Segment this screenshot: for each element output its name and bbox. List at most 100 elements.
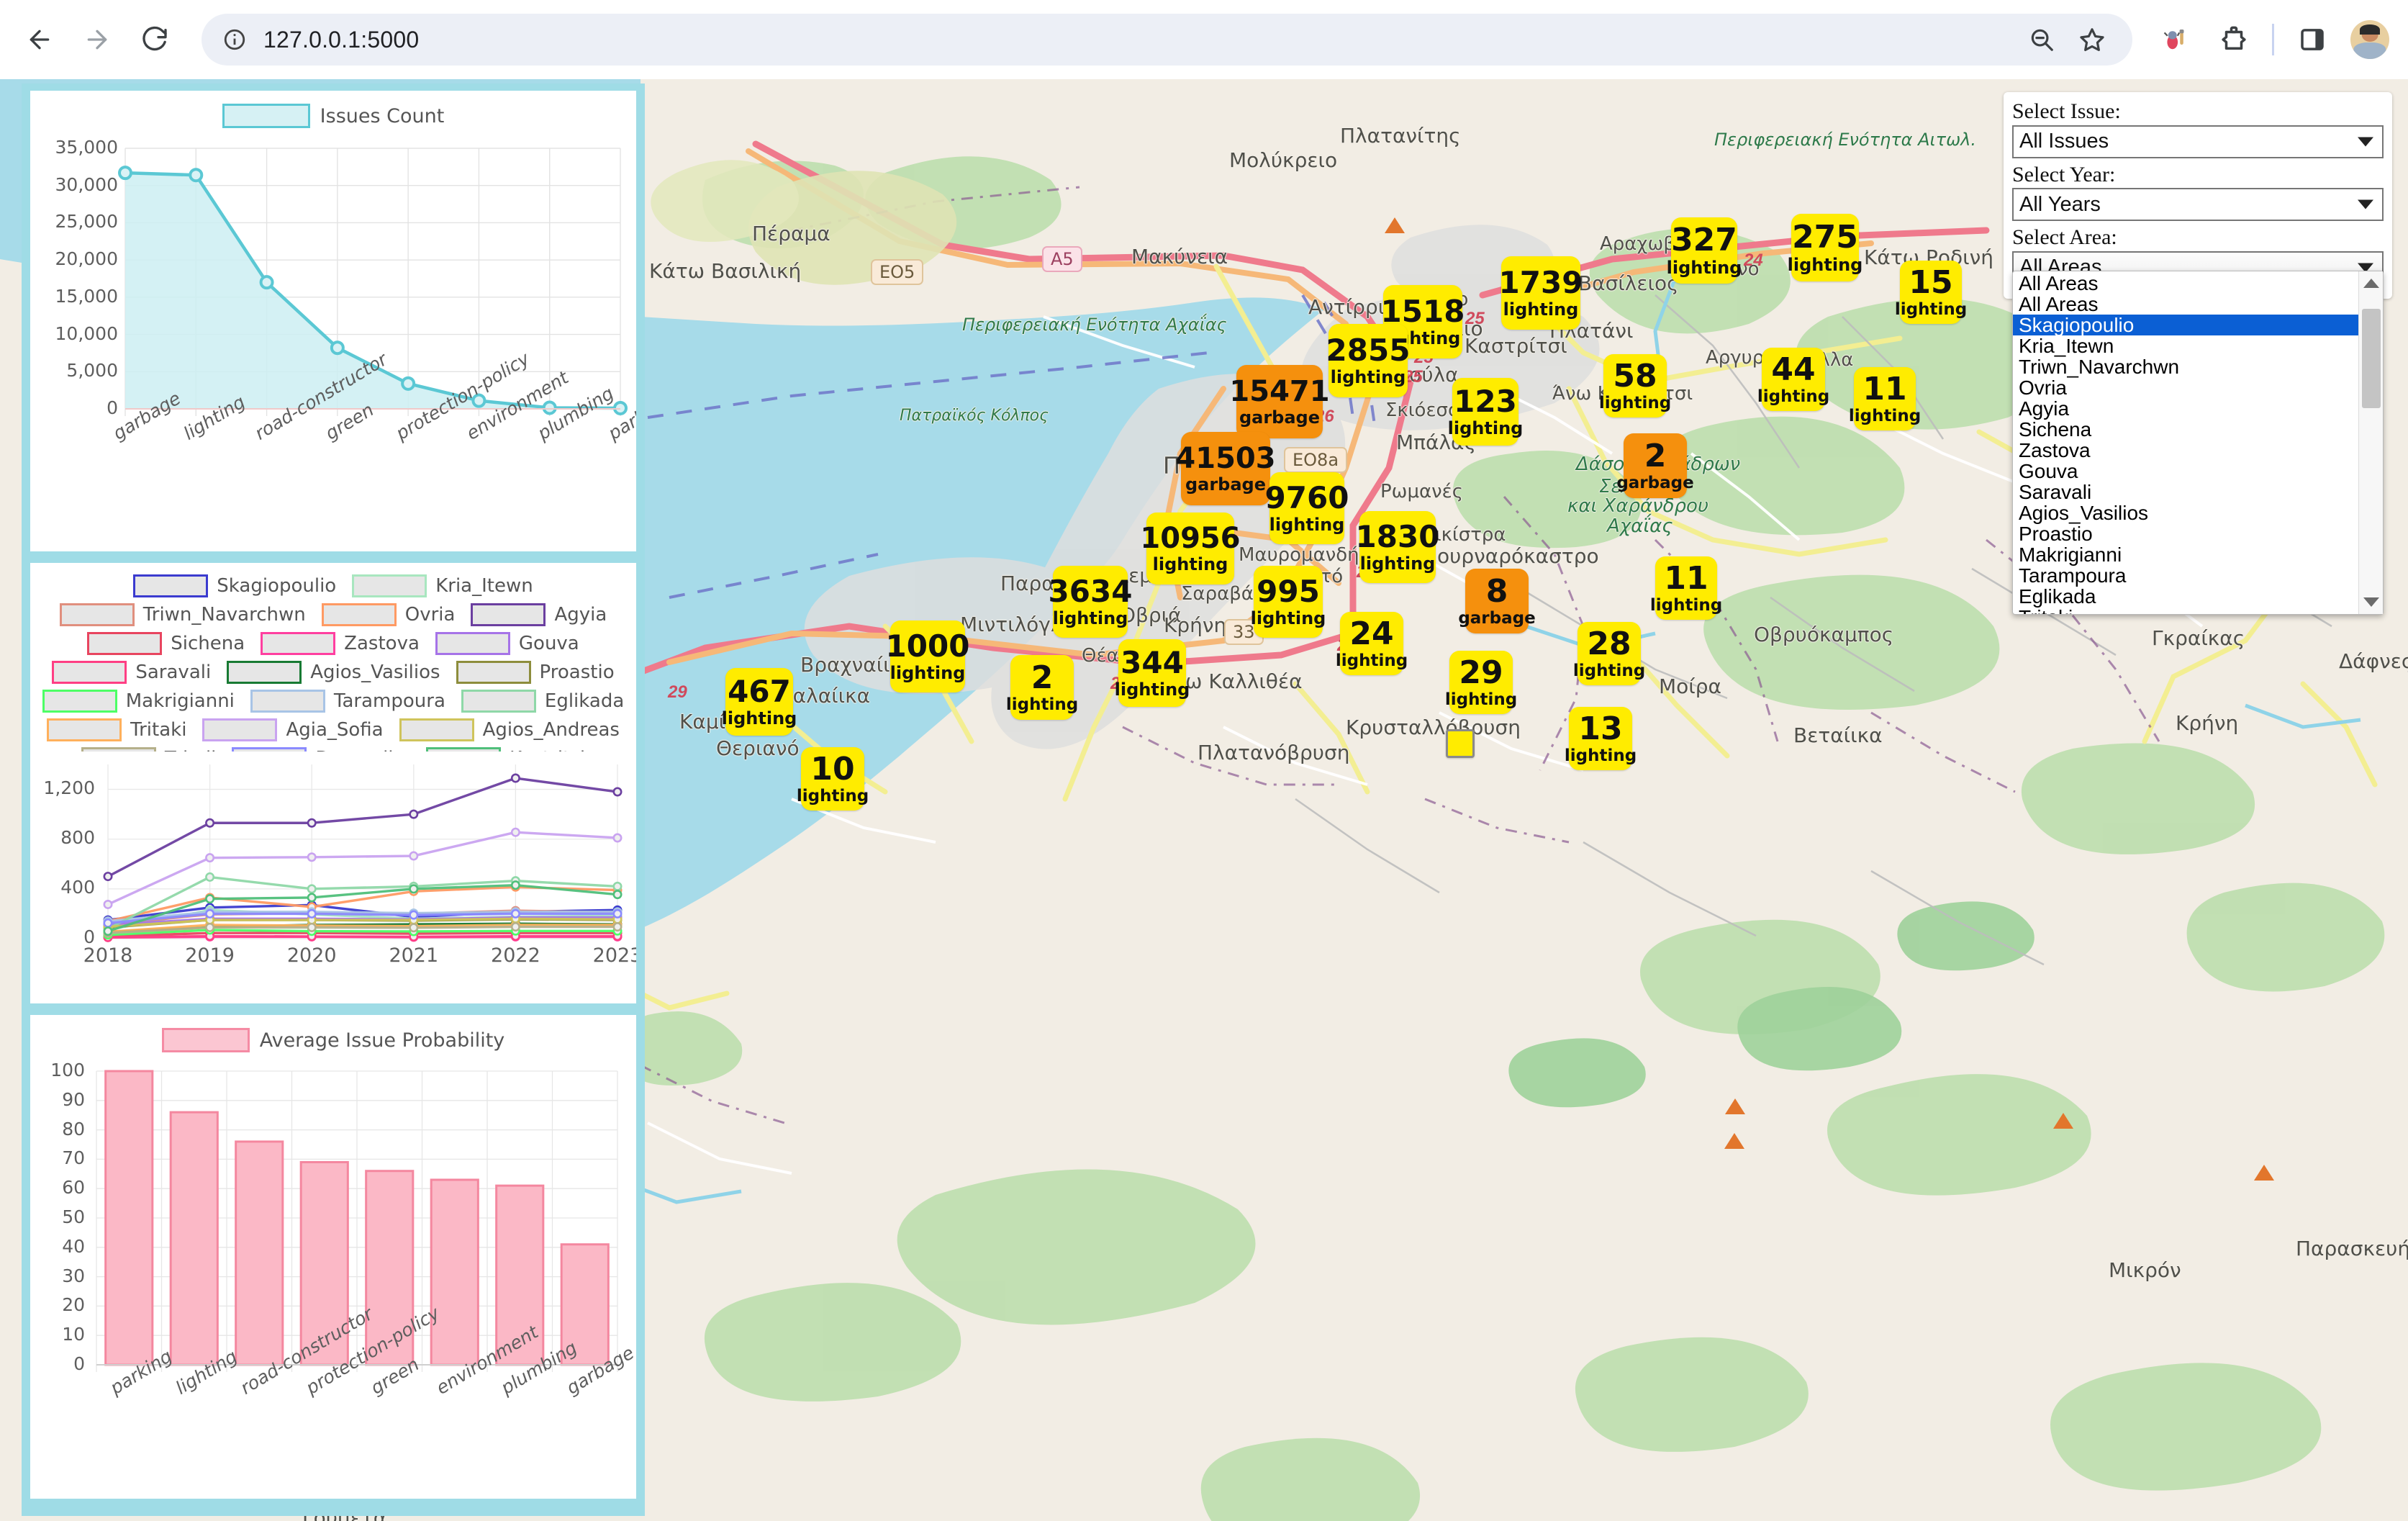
address-bar[interactable]: 127.0.0.1:5000 bbox=[202, 14, 2132, 66]
legend-swatch bbox=[133, 574, 208, 597]
marker-value: 24 bbox=[1349, 618, 1393, 650]
legend-label: Agios_Vasilios bbox=[310, 662, 440, 683]
map-marker-lighting[interactable]: 29lighting bbox=[1449, 651, 1513, 714]
map-marker-lighting[interactable]: 10lighting bbox=[801, 747, 864, 811]
area-option[interactable]: Eglikada bbox=[2013, 586, 2358, 607]
map-marker-lighting[interactable]: 58lighting bbox=[1603, 354, 1667, 418]
chevron-down-icon bbox=[2358, 137, 2373, 146]
back-arrow-icon[interactable] bbox=[16, 16, 63, 63]
marker-category: lighting bbox=[1650, 597, 1722, 614]
legend-label: Gouva bbox=[519, 633, 579, 654]
legend-swatch-avg-probability bbox=[162, 1028, 250, 1052]
legend-item: Tarampoura bbox=[250, 690, 445, 713]
map-marker-lighting[interactable]: 275lighting bbox=[1791, 214, 1859, 281]
map-marker-lighting[interactable]: 344lighting bbox=[1118, 639, 1186, 707]
y-tick-label: 5,000 bbox=[35, 360, 118, 381]
marker-value: 995 bbox=[1257, 577, 1320, 607]
marker-category: lighting bbox=[797, 788, 869, 805]
area-option[interactable]: Agios_Vasilios bbox=[2013, 502, 2358, 523]
select-year-dropdown[interactable]: All Years bbox=[2012, 188, 2384, 221]
legend-item: Makrigianni bbox=[42, 690, 235, 713]
marker-value: 29 bbox=[1459, 657, 1503, 689]
map-marker-lighting[interactable]: 3634lighting bbox=[1053, 566, 1128, 638]
area-options-list[interactable]: All AreasAll AreasSkagiopoulioKria_Itewn… bbox=[2013, 271, 2358, 614]
area-option[interactable]: Sichena bbox=[2013, 419, 2358, 440]
filter-panel: Select Issue: All Issues Select Year: Al… bbox=[2004, 92, 2392, 299]
legend-item: Kria_Itewn bbox=[352, 574, 533, 597]
legend-label: Eglikada bbox=[545, 690, 624, 712]
area-option[interactable]: Ovria bbox=[2013, 377, 2358, 398]
legend-item: Ovria bbox=[322, 603, 456, 626]
area-option[interactable]: Kria_Itewn bbox=[2013, 335, 2358, 356]
map-marker-lighting[interactable]: 9760lighting bbox=[1269, 472, 1344, 544]
legend-swatch bbox=[60, 603, 135, 626]
legend-swatch bbox=[87, 632, 162, 655]
legend-swatch bbox=[47, 718, 122, 741]
y-tick-label: 30 bbox=[30, 1265, 85, 1286]
legend-label: Agyia bbox=[554, 604, 607, 626]
scrollbar-thumb[interactable] bbox=[2362, 309, 2381, 408]
map-marker-lighting[interactable]: 2855lighting bbox=[1329, 324, 1408, 397]
legend-label-avg-probability: Average Issue Probability bbox=[260, 1029, 505, 1052]
marker-value: 41503 bbox=[1175, 444, 1275, 473]
map-marker-lighting[interactable]: 327lighting bbox=[1671, 217, 1737, 284]
marker-category: lighting bbox=[1331, 369, 1406, 386]
map-marker-lighting[interactable]: 123lighting bbox=[1452, 378, 1518, 446]
map-marker-lighting[interactable]: 995lighting bbox=[1254, 566, 1323, 638]
scroll-down-arrow-icon[interactable] bbox=[2363, 597, 2379, 607]
y-tick-label: 70 bbox=[30, 1147, 85, 1168]
map-marker-lighting[interactable]: 28lighting bbox=[1578, 622, 1641, 685]
marker-category: lighting bbox=[1006, 697, 1078, 713]
map-marker-lighting[interactable]: 44lighting bbox=[1762, 348, 1825, 411]
area-option[interactable]: Triwn_Navarchwn bbox=[2013, 356, 2358, 377]
zoom-out-icon[interactable] bbox=[2023, 21, 2060, 58]
map-marker-lighting[interactable]: 2lighting bbox=[1010, 655, 1074, 720]
area-option[interactable]: All Areas bbox=[2013, 273, 2358, 294]
bug-extension-icon[interactable] bbox=[2157, 20, 2196, 59]
peak-icon bbox=[2254, 1165, 2274, 1181]
map-marker-garbage[interactable]: 8garbage bbox=[1465, 569, 1529, 633]
marker-category: lighting bbox=[1445, 692, 1517, 708]
area-option[interactable]: Proastio bbox=[2013, 523, 2358, 544]
map-marker-lighting[interactable]: 10956lighting bbox=[1146, 513, 1234, 585]
area-option[interactable]: Zastova bbox=[2013, 440, 2358, 461]
profile-avatar[interactable] bbox=[2350, 20, 2389, 59]
area-option[interactable]: Saravali bbox=[2013, 482, 2358, 502]
map-marker-plain[interactable] bbox=[1446, 729, 1475, 758]
area-options-listbox[interactable]: All AreasAll AreasSkagiopoulioKria_Itewn… bbox=[2012, 271, 2384, 615]
map-marker-lighting[interactable]: 1830lighting bbox=[1359, 511, 1436, 583]
map-marker-lighting[interactable]: 11lighting bbox=[1655, 556, 1717, 620]
star-icon[interactable] bbox=[2073, 21, 2111, 58]
area-option[interactable]: Skagiopoulio bbox=[2013, 315, 2358, 335]
map-marker-lighting[interactable]: 11lighting bbox=[1854, 367, 1916, 430]
map-marker-lighting[interactable]: 15lighting bbox=[1900, 261, 1962, 324]
map-marker-garbage[interactable]: 41503garbage bbox=[1181, 432, 1270, 505]
area-options-scrollbar[interactable] bbox=[2358, 271, 2383, 614]
legend-item: Gouva bbox=[435, 632, 579, 655]
area-option[interactable]: Tarampoura bbox=[2013, 565, 2358, 586]
map-marker-lighting[interactable]: 13lighting bbox=[1569, 707, 1632, 770]
map-marker-lighting[interactable]: 1739lighting bbox=[1501, 256, 1580, 330]
scroll-up-arrow-icon[interactable] bbox=[2363, 279, 2379, 288]
y-tick-label: 100 bbox=[30, 1060, 85, 1080]
map-marker-lighting[interactable]: 467lighting bbox=[725, 668, 793, 736]
map-marker-garbage[interactable]: 2garbage bbox=[1624, 433, 1687, 498]
map-marker-lighting[interactable]: 1000lighting bbox=[890, 620, 965, 692]
side-panel-icon[interactable] bbox=[2293, 20, 2332, 59]
map-marker-garbage[interactable]: 15471garbage bbox=[1236, 365, 1323, 438]
area-option[interactable]: Tritaki bbox=[2013, 607, 2358, 614]
marker-value: 11 bbox=[1862, 374, 1906, 405]
map-marker-lighting[interactable]: 24lighting bbox=[1340, 612, 1403, 675]
area-option[interactable]: Gouva bbox=[2013, 461, 2358, 482]
clipboard-extension-icon[interactable] bbox=[2214, 20, 2253, 59]
forward-arrow-icon[interactable] bbox=[73, 16, 121, 63]
area-option[interactable]: Agyia bbox=[2013, 398, 2358, 419]
area-option[interactable]: All Areas bbox=[2013, 294, 2358, 315]
marker-category: lighting bbox=[1503, 301, 1579, 318]
info-circle-icon[interactable] bbox=[219, 24, 250, 55]
reload-icon[interactable] bbox=[131, 16, 178, 63]
select-issue-dropdown[interactable]: All Issues bbox=[2012, 125, 2384, 158]
area-option[interactable]: Makrigianni bbox=[2013, 544, 2358, 565]
legend-label: Agios_Andreas bbox=[483, 719, 620, 741]
marker-value: 44 bbox=[1771, 354, 1815, 386]
